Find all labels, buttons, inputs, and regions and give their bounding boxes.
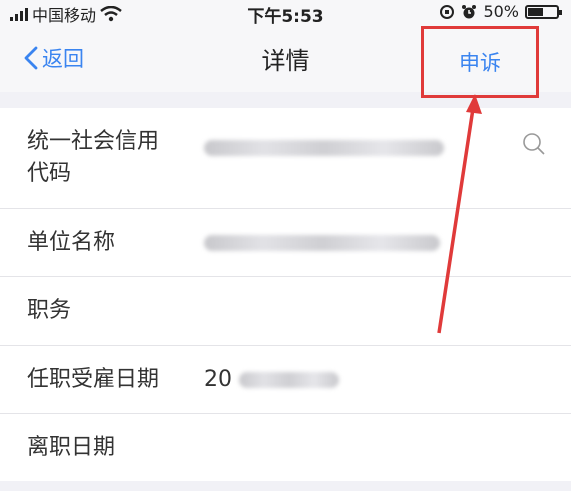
field-label: 离职日期: [27, 435, 116, 460]
list-item-credit-code: 统一社会信用代码: [0, 108, 571, 209]
appeal-button[interactable]: 申诉: [421, 26, 539, 98]
status-right: 50%: [439, 2, 562, 21]
field-value-redacted: [204, 132, 444, 164]
field-value-redacted: [204, 227, 440, 259]
nav-bar: 返回 详情 申诉: [0, 26, 571, 98]
field-label: 单位名称: [27, 230, 116, 255]
rotation-lock-icon: [440, 4, 455, 19]
alarm-icon: [462, 4, 477, 18]
status-bar: 中国移动 下午5:53 50%: [0, 0, 571, 27]
battery-icon: [525, 4, 562, 19]
list-item-position: 职务: [0, 277, 571, 346]
search-icon[interactable]: [522, 132, 546, 156]
list-item-leave-date: 离职日期: [0, 414, 571, 481]
detail-list: 统一社会信用代码 单位名称 职务 任职受雇日期 20 离职日期: [0, 108, 571, 481]
appeal-label: 申诉: [459, 51, 501, 75]
list-item-hire-date: 任职受雇日期 20: [0, 346, 571, 414]
field-label: 任职受雇日期: [27, 367, 160, 392]
list-item-company-name: 单位名称: [0, 209, 571, 277]
field-value-hire-date: 20: [204, 364, 339, 396]
field-label: 统一社会信用代码: [27, 129, 160, 186]
field-label: 职务: [27, 298, 72, 323]
hire-date-prefix: 20: [204, 367, 232, 392]
battery-percent: 50%: [483, 2, 519, 21]
